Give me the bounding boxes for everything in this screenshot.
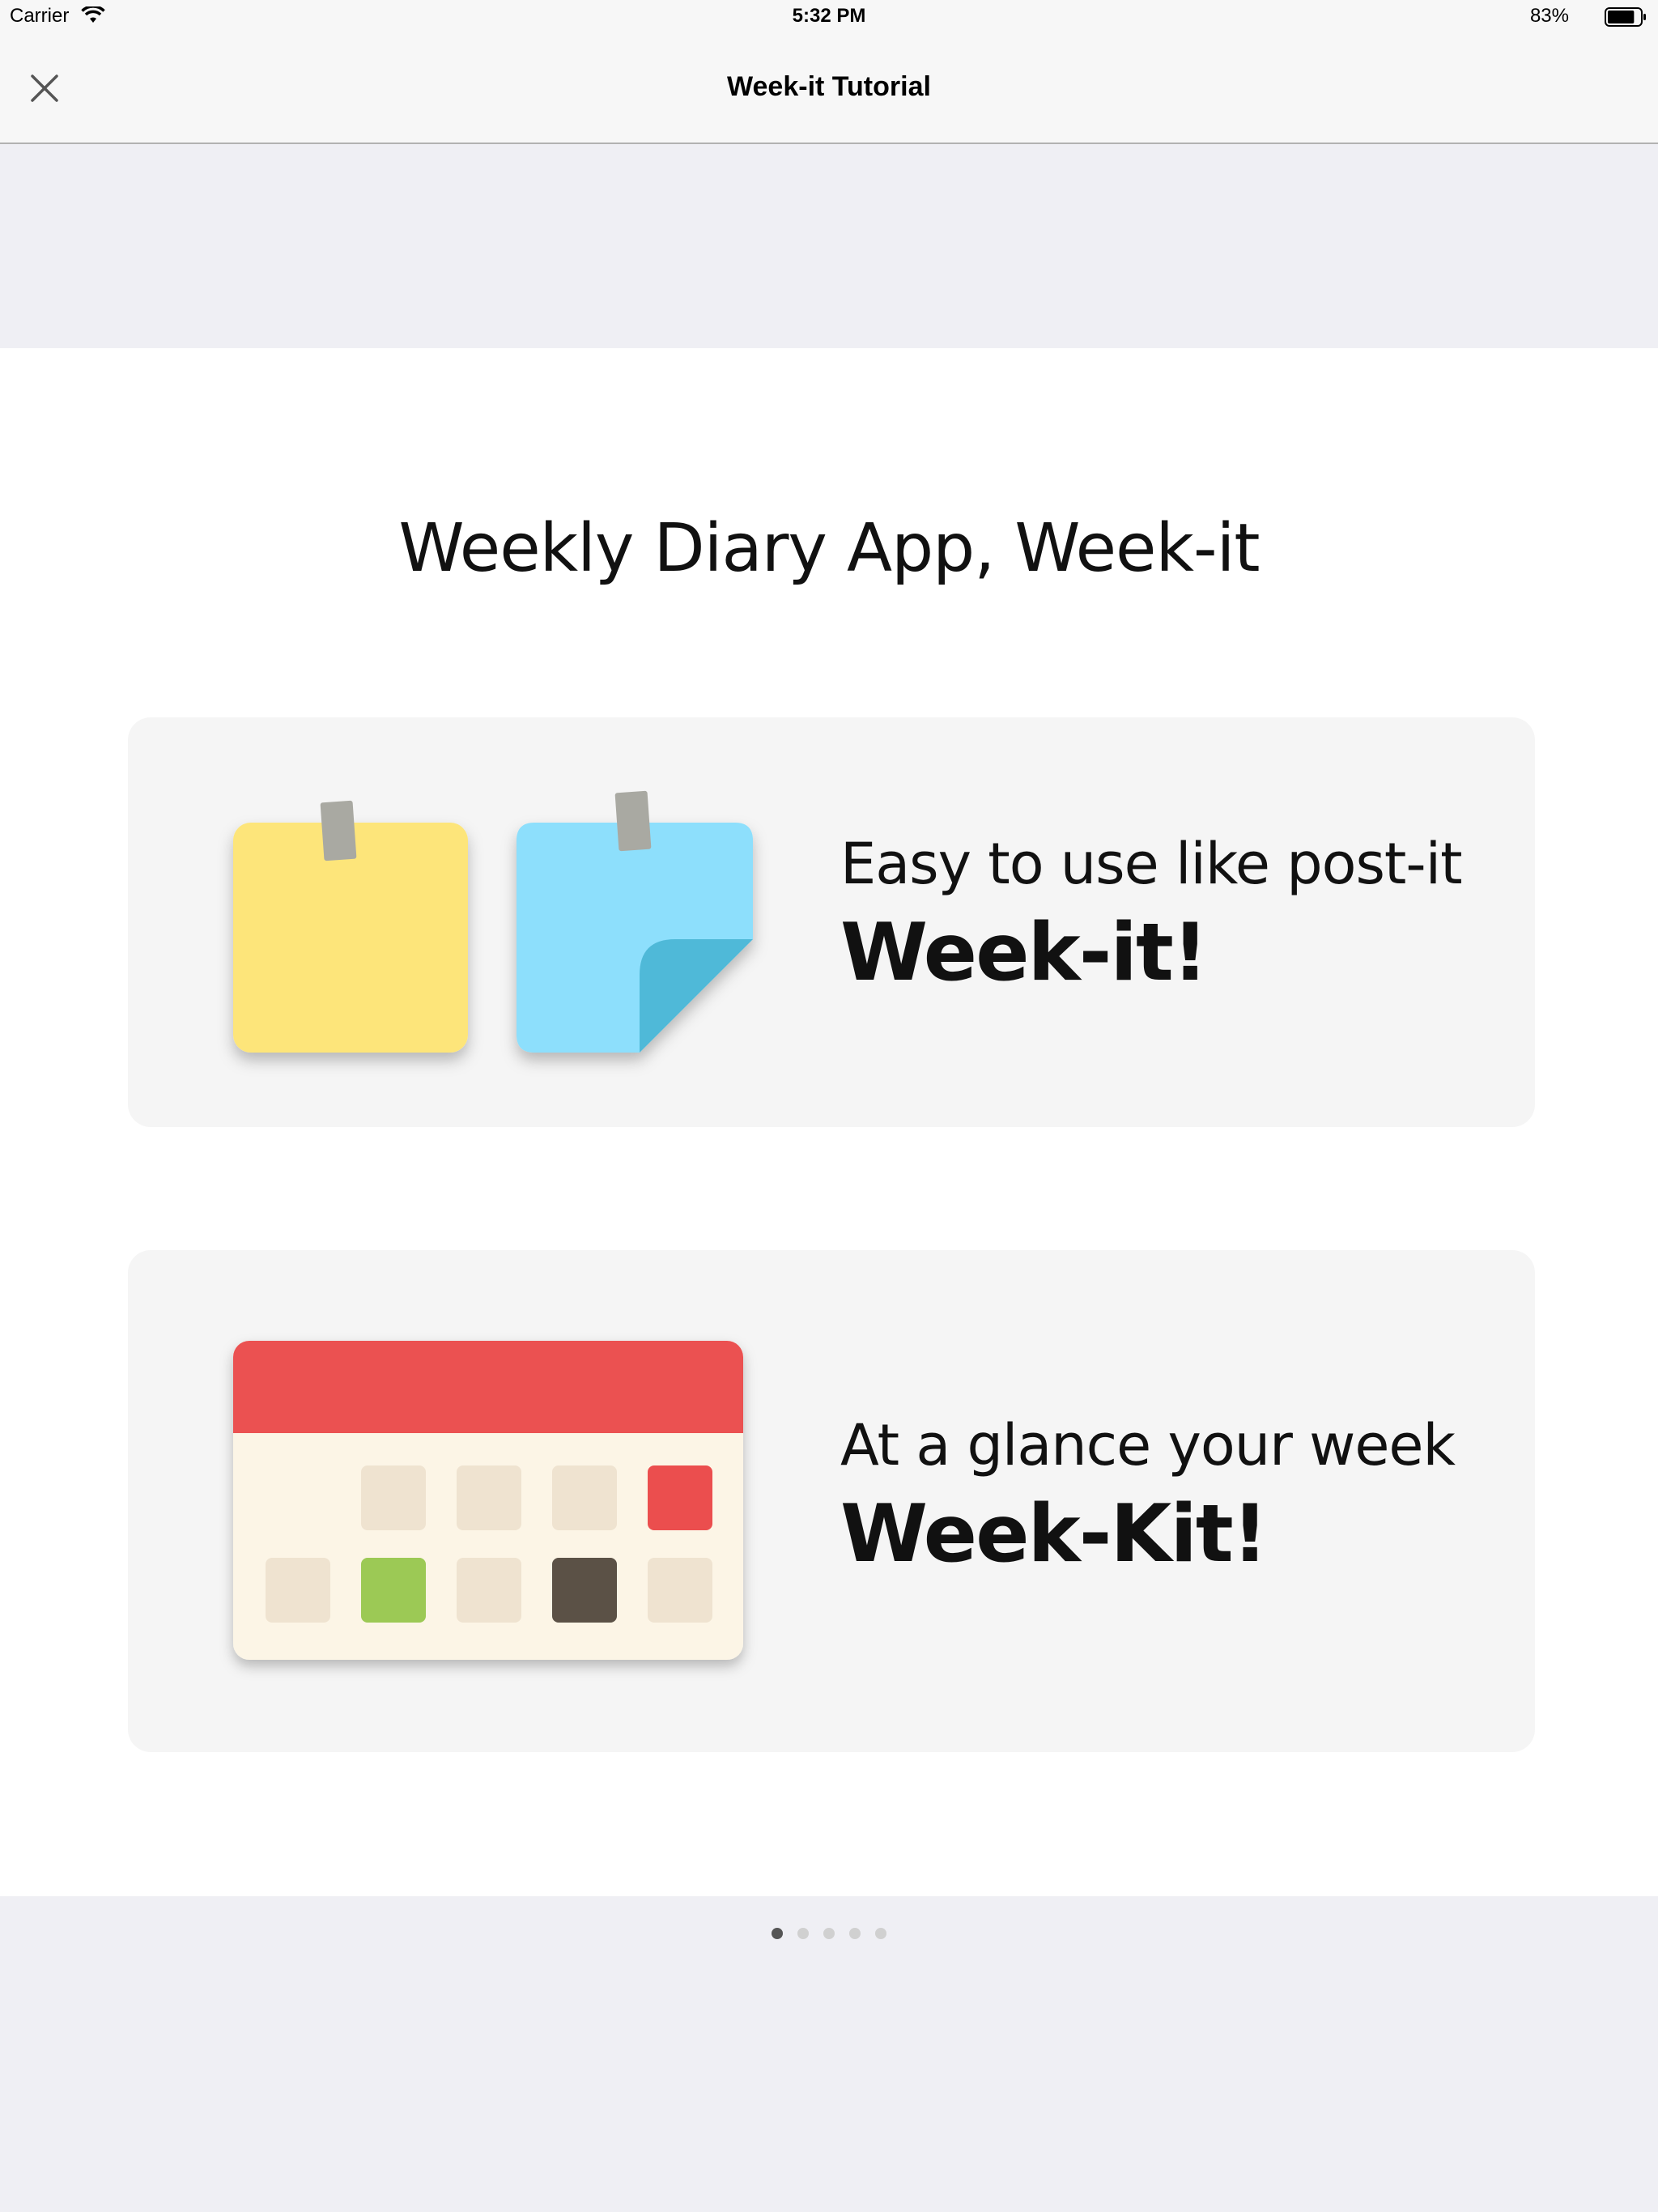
feature-text-post-it: Easy to use like post-it Week-it! xyxy=(840,831,1463,999)
tutorial-headline: Weekly Diary App, Week-it xyxy=(398,510,1260,587)
feature-subtitle: At a glance your week xyxy=(840,1412,1456,1478)
status-time: 5:32 PM xyxy=(792,5,866,27)
feature-text-calendar: At a glance your week Week-Kit! xyxy=(840,1412,1456,1580)
page-dot[interactable] xyxy=(772,1928,783,1939)
navigation-bar: Week-it Tutorial xyxy=(0,32,1658,144)
page-title: Week-it Tutorial xyxy=(727,71,931,102)
feature-title: Week-it! xyxy=(840,907,1209,999)
status-bar: Carrier 5:32 PM 83% xyxy=(0,0,1658,32)
feature-card-post-it: Easy to use like post-it Week-it! xyxy=(128,717,1535,1127)
feature-card-calendar: At a glance your week Week-Kit! xyxy=(128,1250,1535,1752)
page-dot[interactable] xyxy=(797,1928,809,1939)
page-dot[interactable] xyxy=(875,1928,886,1939)
tutorial-page[interactable]: Weekly Diary App, Week-it Easy to use li… xyxy=(0,348,1658,1896)
page-dot[interactable] xyxy=(849,1928,861,1939)
feature-subtitle: Easy to use like post-it xyxy=(840,831,1463,897)
calendar-icon xyxy=(233,1341,743,1660)
sticky-notes-icon xyxy=(233,790,753,1053)
battery-icon xyxy=(1605,7,1646,27)
page-indicator[interactable] xyxy=(0,1928,1658,1939)
battery-percent: 83% xyxy=(1529,5,1569,27)
page-dot[interactable] xyxy=(823,1928,835,1939)
feature-title: Week-Kit! xyxy=(840,1488,1268,1580)
